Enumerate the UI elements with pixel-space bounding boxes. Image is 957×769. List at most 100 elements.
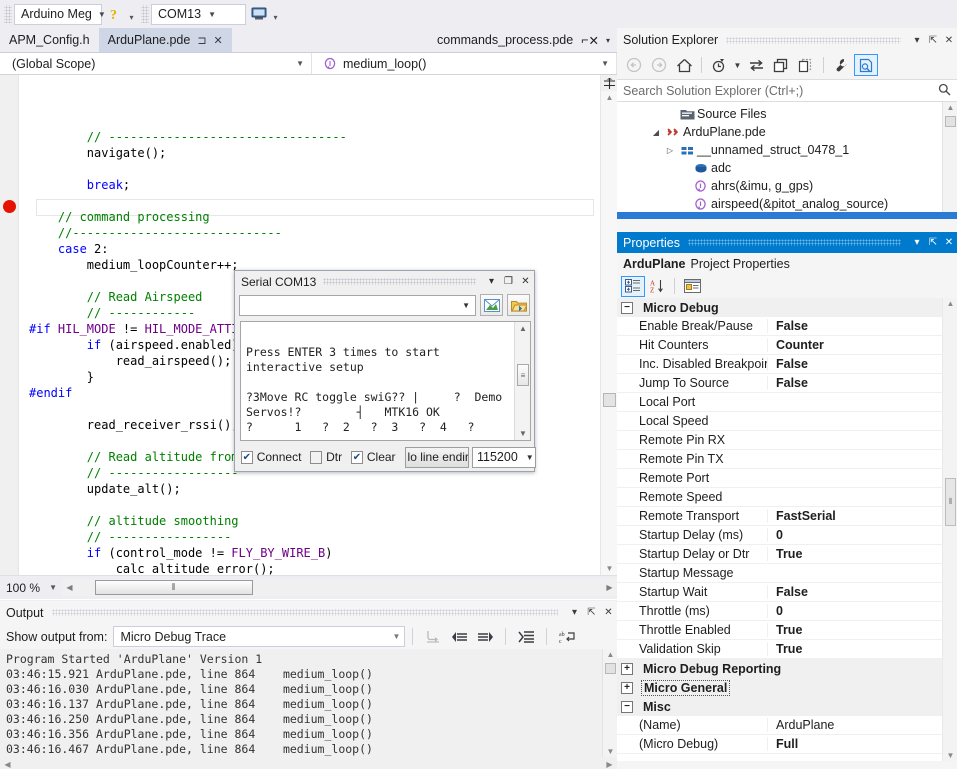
scrollbar-thumb[interactable]: ≡ <box>517 364 529 386</box>
property-category[interactable]: −Micro Debug <box>617 298 957 317</box>
scroll-up-icon[interactable]: ▲ <box>601 93 618 102</box>
split-view-handle[interactable] <box>601 75 618 91</box>
send-mail-icon[interactable] <box>480 294 503 316</box>
pin-icon[interactable]: ⇱ <box>925 35 941 46</box>
output-text-area[interactable]: Program Started 'ArduPlane' Version 1 03… <box>0 649 617 757</box>
breakpoint-marker[interactable] <box>3 200 16 213</box>
pending-changes-icon[interactable] <box>707 54 731 76</box>
property-row[interactable]: Jump To SourceFalse <box>617 374 957 393</box>
scroll-right-icon[interactable]: ▶ <box>602 583 617 592</box>
pending-changes-dropdown-icon[interactable]: ▼ <box>732 54 743 76</box>
board-select[interactable]: Arduino Meg ▼ <box>14 4 102 25</box>
property-row[interactable]: Throttle (ms)0 <box>617 602 957 621</box>
property-row[interactable]: (Micro Debug)Full <box>617 735 957 754</box>
preview-selected-items-icon[interactable] <box>854 54 878 76</box>
close-icon[interactable]: ✕ <box>941 237 957 248</box>
property-value[interactable]: 0 <box>767 604 957 618</box>
scrollbar-thumb[interactable]: ⦀ <box>95 580 253 595</box>
scroll-up-icon[interactable]: ▲ <box>603 650 618 659</box>
scrollbar-thumb[interactable] <box>603 393 616 407</box>
serial-send-input[interactable]: ▼ <box>239 295 476 316</box>
zoom-select[interactable]: 100 % ▼ <box>0 581 62 595</box>
property-value[interactable]: False <box>767 376 957 390</box>
tab-apm-config-h[interactable]: APM_Config.h <box>0 28 99 52</box>
minimize-icon[interactable]: ▾ <box>483 276 500 287</box>
tree-expander-icon[interactable]: ▷ <box>663 146 677 155</box>
property-value[interactable]: True <box>767 642 957 656</box>
property-row[interactable]: Startup Message <box>617 564 957 583</box>
solution-explorer-search[interactable]: Search Solution Explorer (Ctrl+;) <box>617 79 957 102</box>
scrollbar-thumb[interactable]: ⦀ <box>945 478 956 526</box>
expand-icon[interactable]: + <box>621 663 633 675</box>
open-folder-icon[interactable] <box>507 294 530 316</box>
solution-explorer-scrollbar[interactable]: ▲ <box>942 102 957 212</box>
properties-wrench-icon[interactable] <box>829 54 853 76</box>
tree-node[interactable]: ahrs(&imu, g_gps) <box>617 177 957 195</box>
tab-list-menu[interactable]: ▾ <box>603 28 617 52</box>
property-category[interactable]: +Micro General <box>617 678 957 697</box>
toggle-all-messages-icon[interactable] <box>513 626 539 648</box>
chevron-down-icon[interactable]: ▼ <box>462 301 470 310</box>
property-row[interactable]: Remote TransportFastSerial <box>617 507 957 526</box>
toolbar-overflow-1[interactable]: ▾ <box>126 3 137 25</box>
property-category[interactable]: −Misc <box>617 697 957 716</box>
scroll-up-icon[interactable]: ▲ <box>515 324 531 333</box>
tab-commands-process-pde[interactable]: commands_process.pde ⌐ ✕ <box>428 28 603 52</box>
clear-all-icon[interactable] <box>446 626 472 648</box>
pin-icon[interactable]: ⌐ <box>581 33 588 47</box>
editor-vertical-scrollbar[interactable]: ▲ ▼ <box>600 75 617 575</box>
scrollbar-thumb[interactable] <box>605 663 616 674</box>
collapse-icon[interactable]: − <box>621 302 633 314</box>
serial-console-scrollbar[interactable]: ▲ ≡ ▼ <box>514 322 530 440</box>
alphabetical-icon[interactable]: AZ <box>645 276 669 297</box>
expand-icon[interactable]: + <box>621 682 633 694</box>
help-icon[interactable]: ? <box>104 3 126 25</box>
scroll-right-icon[interactable]: ▶ <box>602 760 617 769</box>
search-icon[interactable] <box>938 83 951 99</box>
pin-icon[interactable]: ⊐ <box>197 34 206 47</box>
property-row[interactable]: Remote Pin TX <box>617 450 957 469</box>
tab-arduplane-pde[interactable]: ArduPlane.pde ⊐ ✕ <box>99 28 232 52</box>
property-value[interactable]: Full <box>767 737 957 751</box>
serial-window-titlebar[interactable]: Serial COM13 ▾ ❐ ✕ <box>235 271 534 292</box>
toggle-word-wrap-icon[interactable] <box>472 626 498 648</box>
baud-rate-select[interactable]: 115200 ▼ <box>472 447 536 468</box>
categorized-icon[interactable] <box>621 276 645 297</box>
output-vertical-scrollbar[interactable]: ▲ ▼ <box>602 649 617 757</box>
panel-menu-icon[interactable]: ▾ <box>909 35 925 46</box>
scrollbar-thumb[interactable] <box>945 116 956 127</box>
scrollbar-track[interactable]: ⦀ <box>77 579 602 596</box>
maximize-icon[interactable]: ❐ <box>500 276 517 287</box>
property-row[interactable]: Local Speed <box>617 412 957 431</box>
forward-icon[interactable] <box>647 54 671 76</box>
serial-monitor-window[interactable]: Serial COM13 ▾ ❐ ✕ ▼ <box>234 270 535 472</box>
serial-monitor-icon[interactable] <box>248 3 270 25</box>
editor-horizontal-scrollbar[interactable]: ◀ ⦀ ▶ <box>62 579 617 596</box>
property-value[interactable]: True <box>767 547 957 561</box>
pin-icon[interactable]: ⇱ <box>583 607 600 618</box>
scroll-down-icon[interactable]: ▼ <box>943 751 957 760</box>
home-icon[interactable] <box>672 54 696 76</box>
property-row[interactable]: (Name)ArduPlane <box>617 716 957 735</box>
panel-menu-icon[interactable]: ▾ <box>566 607 583 618</box>
property-category[interactable]: +Micro Debug Reporting <box>617 659 957 678</box>
property-row[interactable]: Remote Port <box>617 469 957 488</box>
properties-grid[interactable]: −Micro DebugEnable Break/PauseFalseHit C… <box>617 298 957 761</box>
toolbar-overflow-2[interactable]: ▾ <box>270 3 281 25</box>
solution-explorer-horizontal-scrollbar[interactable] <box>617 212 957 219</box>
solution-explorer-titlebar[interactable]: Solution Explorer ▾ ⇱ ✕ <box>617 28 957 52</box>
property-pages-icon[interactable] <box>680 276 704 297</box>
property-value[interactable]: FastSerial <box>767 509 957 523</box>
scroll-up-icon[interactable]: ▲ <box>943 103 957 112</box>
line-ending-select[interactable]: lo line endir ▼ <box>405 447 469 468</box>
property-value[interactable]: False <box>767 585 957 599</box>
property-value[interactable]: True <box>767 623 957 637</box>
property-row[interactable]: Inc. Disabled BreakpointsFalse <box>617 355 957 374</box>
scroll-down-icon[interactable]: ▼ <box>515 429 531 438</box>
close-icon[interactable]: ✕ <box>600 607 617 618</box>
port-select[interactable]: COM13 ▼ <box>151 4 246 25</box>
property-row[interactable]: Enable Break/PauseFalse <box>617 317 957 336</box>
property-row[interactable]: Startup WaitFalse <box>617 583 957 602</box>
output-horizontal-scrollbar[interactable]: ◀ ▶ <box>0 757 617 769</box>
property-value[interactable]: Counter <box>767 338 957 352</box>
